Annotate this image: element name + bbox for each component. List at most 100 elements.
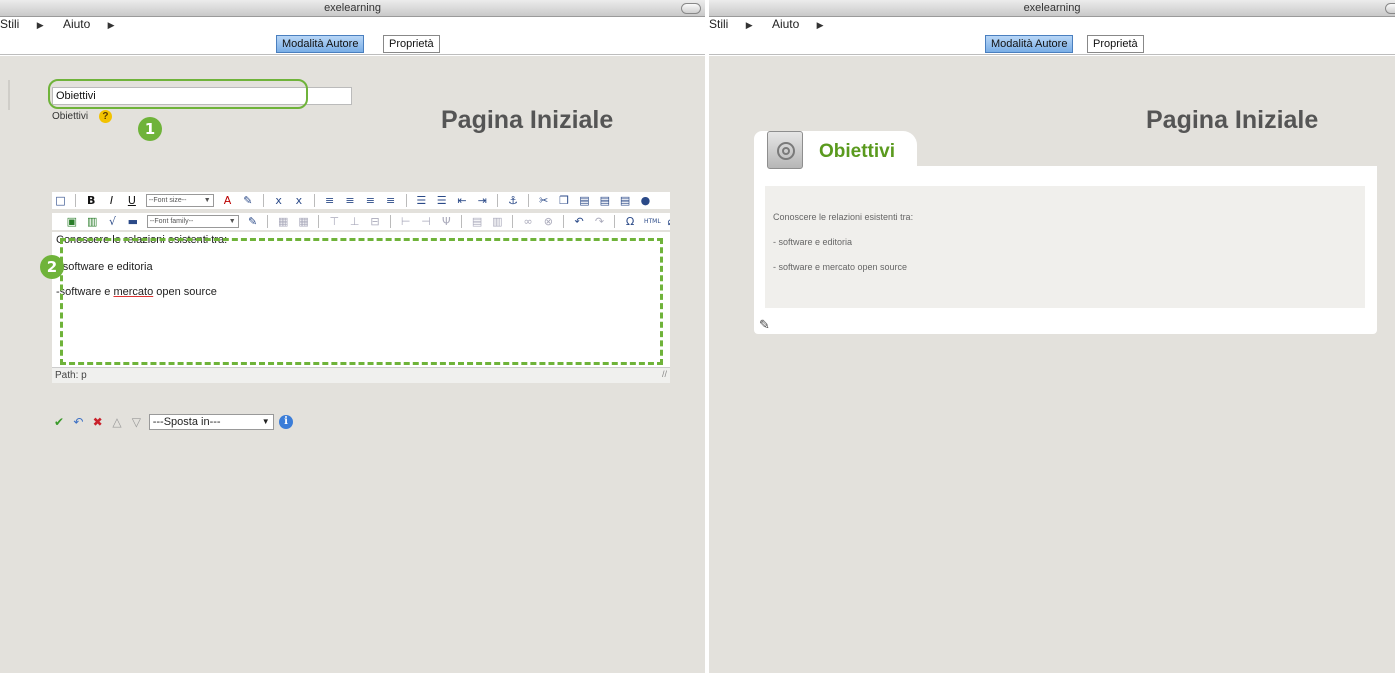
col-delete-icon[interactable]: Ψ xyxy=(440,215,453,228)
col-insert-after-icon[interactable]: ⊣ xyxy=(420,215,433,228)
paste-icon[interactable]: ▤ xyxy=(578,194,591,207)
table-icon[interactable]: ▦ xyxy=(277,215,290,228)
row-delete-icon[interactable]: ⊟ xyxy=(368,215,381,228)
editor-toolbar-row-1: □ B I U --Font size-- A ✎ x x ≡ ≡ ≡ ≡ ☰ … xyxy=(52,192,670,209)
italic-icon[interactable]: I xyxy=(105,194,118,207)
arrow-up-icon[interactable]: △ xyxy=(110,415,124,429)
special-char-icon[interactable]: Ω xyxy=(624,215,637,228)
title-bar: exelearning xyxy=(0,0,705,17)
tab-bar: Modalità Autore Proprietà xyxy=(709,31,1395,55)
table-props-icon[interactable]: ▦ xyxy=(297,215,310,228)
row-insert-after-icon[interactable]: ⊥ xyxy=(348,215,361,228)
info-icon[interactable]: i xyxy=(279,415,294,429)
move-to-select[interactable]: ---Sposta in--- xyxy=(148,414,274,430)
window-title: exelearning xyxy=(1023,2,1081,14)
font-family-select[interactable]: --Font family-- xyxy=(146,215,239,228)
anchor-icon[interactable]: ⚓ xyxy=(507,194,520,207)
toolbar-separator xyxy=(512,215,514,228)
cut-icon[interactable]: ✂ xyxy=(537,194,550,207)
insert-image-icon[interactable]: ▣ xyxy=(65,215,78,228)
tab-authoring-mode[interactable]: Modalità Autore xyxy=(276,35,365,53)
link-icon[interactable]: ∞ xyxy=(522,215,535,228)
toolbar-separator xyxy=(563,215,565,228)
triangle-right-icon: ▶ xyxy=(36,20,44,30)
split-cells-icon[interactable]: ▤ xyxy=(471,215,484,228)
bullet-list-icon[interactable]: ☰ xyxy=(415,194,428,207)
math-formula-icon[interactable]: √ xyxy=(106,215,119,228)
toolbar-separator xyxy=(614,215,616,228)
callout-highlight-title xyxy=(48,79,308,109)
tab-authoring-mode[interactable]: Modalità Autore xyxy=(985,35,1074,53)
tab-properties[interactable]: Proprietà xyxy=(1087,35,1144,53)
help-circle-icon[interactable]: ● xyxy=(639,194,652,207)
font-size-select[interactable]: --Font size-- xyxy=(145,194,214,207)
indent-icon[interactable]: ⇥ xyxy=(476,194,489,207)
numbered-list-icon[interactable]: ☰ xyxy=(435,194,448,207)
superscript-icon[interactable]: x xyxy=(292,194,305,207)
align-center-icon[interactable]: ≡ xyxy=(343,194,356,207)
cleanup-icon[interactable]: ⌀ xyxy=(664,215,671,228)
callout-highlight-editor xyxy=(60,238,663,365)
preview-window: exelearning Stili ▶ Aiuto ▶ Modalità Aut… xyxy=(709,0,1395,673)
menu-aiuto[interactable]: Aiuto xyxy=(772,17,799,31)
delete-icon[interactable]: ✖ xyxy=(91,415,105,429)
toolbar-separator xyxy=(262,194,264,207)
menu-aiuto[interactable]: Aiuto xyxy=(63,17,90,31)
unlink-icon[interactable]: ⊗ xyxy=(542,215,555,228)
field-label-text: Obiettivi xyxy=(52,111,89,123)
col-insert-before-icon[interactable]: ⊢ xyxy=(399,215,412,228)
checkmark-icon[interactable]: ✔ xyxy=(52,415,66,429)
insert-media-icon[interactable]: ▥ xyxy=(86,215,99,228)
menu-stili[interactable]: Stili xyxy=(0,17,19,31)
paste-text-icon[interactable]: ▤ xyxy=(598,194,611,207)
help-icon[interactable]: ? xyxy=(98,110,112,123)
toolbar-separator xyxy=(267,215,269,228)
preview-line-3: - software e mercato open source xyxy=(773,262,908,272)
menu-stili[interactable]: Stili xyxy=(709,17,728,31)
title-bar: exelearning xyxy=(709,0,1395,17)
html-source-icon[interactable]: HTML xyxy=(644,215,661,228)
toolbar-separator xyxy=(389,215,391,228)
field-label: Obiettivi ? xyxy=(52,110,112,123)
paste-word-icon[interactable]: ▤ xyxy=(619,194,632,207)
new-document-icon[interactable]: □ xyxy=(54,194,67,207)
toolbar-separator xyxy=(461,215,463,228)
toolbar-separator xyxy=(497,194,499,207)
edit-style-icon[interactable]: ✎ xyxy=(246,215,259,228)
idevice-content xyxy=(765,186,1365,308)
align-right-icon[interactable]: ≡ xyxy=(364,194,377,207)
arrow-down-icon[interactable]: ▽ xyxy=(129,415,143,429)
undo-icon[interactable]: ↶ xyxy=(71,415,85,429)
highlight-color-icon[interactable]: ✎ xyxy=(241,194,254,207)
horizontal-rule-icon[interactable]: ▬ xyxy=(126,215,139,228)
copy-icon[interactable]: ❐ xyxy=(558,194,571,207)
scroll-edge xyxy=(8,80,10,110)
authoring-window: exelearning Stili ▶ Aiuto ▶ Modalità Aut… xyxy=(0,0,705,673)
collapse-button[interactable] xyxy=(681,3,701,14)
tab-properties[interactable]: Proprietà xyxy=(383,35,440,53)
path-text: Path: p xyxy=(55,370,87,381)
align-left-icon[interactable]: ≡ xyxy=(323,194,336,207)
triangle-right-icon: ▶ xyxy=(745,20,753,30)
collapse-button[interactable] xyxy=(1385,3,1395,14)
idevice-title: Obiettivi xyxy=(819,141,896,162)
editor-path-bar: Path: p // xyxy=(52,367,670,383)
subscript-icon[interactable]: x xyxy=(272,194,285,207)
idevice-actions: ✔ ↶ ✖ △ ▽ ---Sposta in--- i xyxy=(52,414,294,432)
merge-cells-icon[interactable]: ▥ xyxy=(491,215,504,228)
bold-icon[interactable]: B xyxy=(85,194,98,207)
underline-icon[interactable]: U xyxy=(125,194,138,207)
align-justify-icon[interactable]: ≡ xyxy=(384,194,397,207)
resize-grip-icon[interactable]: // xyxy=(662,367,667,382)
triangle-right-icon: ▶ xyxy=(816,20,824,30)
page-title: Pagina Iniziale xyxy=(441,106,614,134)
editor-toolbar-row-2: ▣ ▥ √ ▬ --Font family-- ✎ ▦ ▦ ⊤ ⊥ ⊟ ⊢ ⊣ … xyxy=(52,213,670,230)
tab-bar: Modalità Autore Proprietà xyxy=(0,31,705,55)
edit-icon[interactable]: ✎ xyxy=(759,318,770,333)
target-icon xyxy=(767,131,803,169)
text-color-icon[interactable]: A xyxy=(221,194,234,207)
redo-toolbar-icon[interactable]: ↷ xyxy=(593,215,606,228)
row-insert-before-icon[interactable]: ⊤ xyxy=(328,215,341,228)
outdent-icon[interactable]: ⇤ xyxy=(456,194,469,207)
undo-toolbar-icon[interactable]: ↶ xyxy=(573,215,586,228)
